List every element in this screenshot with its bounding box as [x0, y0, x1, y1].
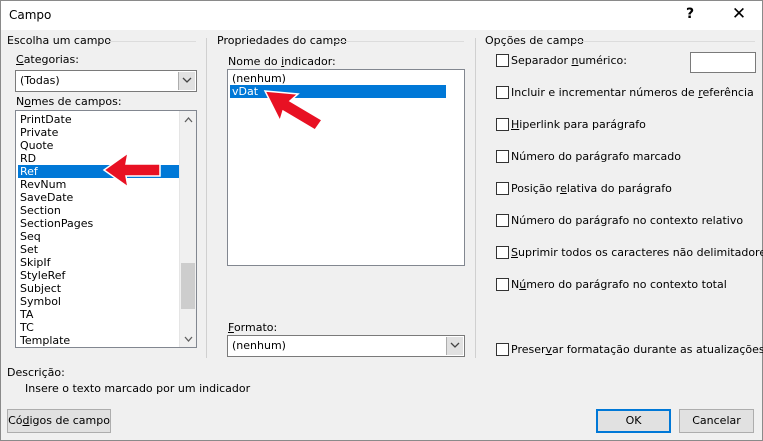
choose-field-group-title: Escolha um campo	[7, 34, 112, 47]
option-checkbox[interactable]	[496, 182, 509, 195]
bookmark-item[interactable]: (nenhum)	[230, 72, 446, 85]
help-button[interactable]: ?	[677, 6, 703, 22]
field-name-item[interactable]: PrintDate	[18, 113, 179, 126]
title-bar: Campo ? ✕	[0, 0, 763, 30]
description-text: Insere o texto marcado por um indicador	[25, 382, 251, 395]
field-names-list[interactable]: PrintDate Private Quote RD Ref RevNum SaveDate…	[15, 110, 197, 348]
field-properties-divider	[334, 41, 464, 42]
option-label: Número do parágrafo no contexto total	[511, 278, 727, 291]
field-options-group-title: Opções de campo	[485, 34, 584, 47]
red-arrow-annotation-bookmark	[263, 90, 324, 132]
option-label: Posição relativa do parágrafo	[511, 182, 672, 195]
format-value: (nenhum)	[232, 339, 286, 352]
categories-label: Categorias:	[16, 53, 79, 66]
field-name-item[interactable]: SectionPages	[18, 217, 179, 230]
numeric-separator-input[interactable]	[690, 52, 756, 73]
field-name-item[interactable]: Private	[18, 126, 179, 139]
field-properties-group-title: Propriedades do campo	[217, 34, 347, 47]
categories-value: (Todas)	[20, 74, 60, 87]
option-checkbox[interactable]	[496, 54, 509, 67]
option-label: Incluir e incrementar números de referên…	[511, 86, 754, 99]
option-checkbox[interactable]	[496, 214, 509, 227]
field-name-item[interactable]: StyleRef	[18, 269, 179, 282]
field-name-item[interactable]: TA	[18, 308, 179, 321]
field-names-label: Nomes de campos:	[16, 95, 122, 108]
format-dropdown[interactable]: (nenhum)	[227, 335, 465, 357]
field-name-item[interactable]: Set	[18, 243, 179, 256]
choose-field-divider	[106, 41, 196, 42]
close-button[interactable]: ✕	[723, 4, 755, 24]
categories-dropdown[interactable]: (Todas)	[15, 70, 197, 92]
preserve-formatting-checkbox[interactable]	[496, 343, 509, 356]
option-checkbox[interactable]	[496, 118, 509, 131]
ok-button[interactable]: OK	[596, 409, 671, 433]
option-label: Número do parágrafo marcado	[511, 150, 681, 163]
option-label: Suprimir todos os caracteres não delimit…	[511, 246, 763, 259]
option-label: Número do parágrafo no contexto relativo	[511, 214, 744, 227]
field-name-item[interactable]: SaveDate	[18, 191, 179, 204]
chevron-up-icon	[184, 117, 193, 123]
field-names-scrollbar[interactable]	[179, 111, 196, 347]
scroll-up-button[interactable]	[180, 111, 196, 128]
option-checkbox[interactable]	[496, 246, 509, 259]
option-checkbox[interactable]	[496, 278, 509, 291]
bookmark-name-label: Nome do indicador:	[228, 55, 336, 68]
option-label: Hiperlink para parágrafo	[511, 118, 646, 131]
field-name-item[interactable]: Seq	[18, 230, 179, 243]
field-codes-button[interactable]: Códigos de campo	[7, 409, 111, 433]
group-separator-right	[475, 38, 476, 358]
field-name-item[interactable]: Template	[18, 334, 179, 347]
window-title: Campo	[9, 8, 52, 22]
description-label: Descrição:	[7, 366, 65, 379]
field-name-item[interactable]: Section	[18, 204, 179, 217]
field-name-item[interactable]: TC	[18, 321, 179, 334]
field-name-item[interactable]: Subject	[18, 282, 179, 295]
chevron-down-icon[interactable]	[178, 72, 195, 90]
red-arrow-annotation-field	[102, 151, 161, 189]
preserve-formatting-label: Preservar formatação durante as atualiza…	[511, 343, 763, 356]
field-name-item[interactable]: Symbol	[18, 295, 179, 308]
scroll-thumb[interactable]	[181, 263, 195, 309]
option-checkbox[interactable]	[496, 86, 509, 99]
field-name-item[interactable]: SkipIf	[18, 256, 179, 269]
chevron-down-icon	[184, 336, 193, 342]
chevron-down-icon[interactable]	[446, 337, 463, 355]
cancel-button[interactable]: Cancelar	[679, 409, 754, 433]
field-options-divider	[575, 41, 755, 42]
option-label: Separador numérico:	[511, 54, 627, 67]
group-separator-left	[206, 38, 207, 358]
option-checkbox[interactable]	[496, 150, 509, 163]
format-label: Formato:	[228, 321, 278, 334]
scroll-down-button[interactable]	[180, 330, 196, 347]
